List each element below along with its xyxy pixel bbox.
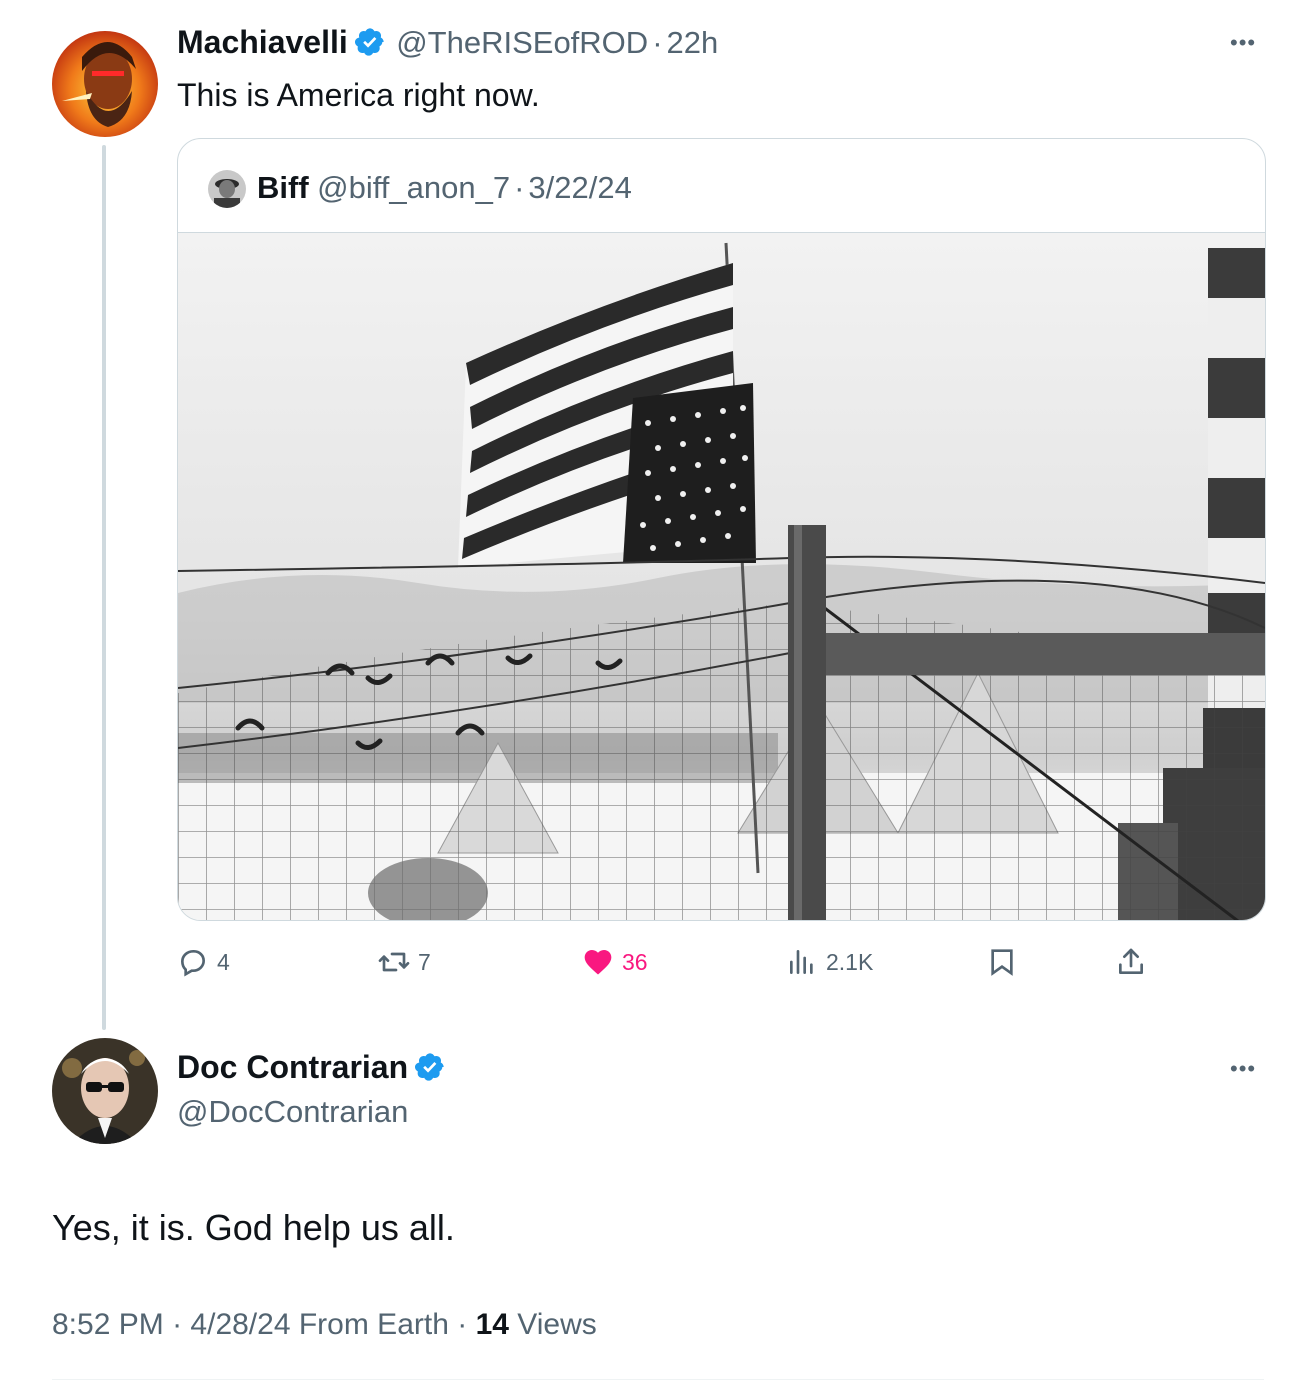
quoted-tweet-photo[interactable] <box>178 232 1265 920</box>
share-icon <box>1119 948 1143 974</box>
avatar-machiavelli[interactable] <box>52 31 158 137</box>
verified-badge-icon <box>354 26 386 58</box>
bookmark-button[interactable] <box>986 942 1018 982</box>
display-name[interactable]: Doc Contrarian <box>177 1049 408 1085</box>
reply-button[interactable]: 4 <box>177 942 230 982</box>
separator-dot: · <box>652 25 663 60</box>
separator-dot: · <box>457 1308 468 1341</box>
separator-dot: · <box>514 170 525 205</box>
tweet-source: From Earth <box>298 1308 449 1341</box>
bookmark-icon <box>991 949 1013 976</box>
views-label: Views <box>517 1308 597 1341</box>
quoted-display-name: Biff <box>257 170 309 205</box>
tweet-meta: 8:52 PM · 4/28/24 From Earth · 14 Views <box>52 1308 597 1342</box>
repost-icon <box>378 952 410 972</box>
views-chart-icon <box>790 950 813 974</box>
quoted-date: 3/22/24 <box>528 170 632 205</box>
avatar-biff <box>208 170 246 208</box>
heart-filled-icon <box>584 950 612 975</box>
tweet-date[interactable]: 4/28/24 <box>190 1308 290 1341</box>
quoted-tweet-card[interactable]: Biff @biff_anon_7 · 3/22/24 <box>177 138 1266 921</box>
repost-count: 7 <box>418 948 431 975</box>
reply-tweet-header: Doc Contrarian <box>177 1049 446 1086</box>
views-count: 2.1K <box>826 948 874 975</box>
display-name[interactable]: Machiavelli <box>177 24 348 60</box>
like-count: 36 <box>622 948 648 975</box>
share-button[interactable] <box>1115 942 1147 982</box>
quoted-handle: @biff_anon_7 <box>317 170 511 205</box>
reply-count: 4 <box>217 948 230 975</box>
more-options-icon[interactable]: ••• <box>1230 1056 1256 1082</box>
quoted-tweet-header: Biff @biff_anon_7 · 3/22/24 <box>257 170 632 206</box>
reply-tweet-text: Yes, it is. God help us all. <box>52 1207 455 1248</box>
flag-photo <box>178 233 1265 920</box>
parent-tweet-header: Machiavelli @TheRISEofROD · 22h <box>177 24 718 68</box>
handle[interactable]: @DocContrarian <box>177 1094 408 1130</box>
tweet-time[interactable]: 22h <box>667 25 719 60</box>
verified-badge-icon <box>414 1051 446 1083</box>
repost-button[interactable]: 7 <box>378 942 431 982</box>
like-button[interactable]: 36 <box>582 942 648 982</box>
handle[interactable]: @TheRISEofROD <box>396 25 648 60</box>
views-count: 14 <box>475 1308 509 1341</box>
parent-tweet-text: This is America right now. <box>177 77 540 113</box>
separator-dot: · <box>172 1308 183 1341</box>
thread-connector-line <box>102 145 106 1030</box>
reply-icon <box>180 950 206 977</box>
tweet-time[interactable]: 8:52 PM <box>52 1308 164 1341</box>
avatar-doc-contrarian[interactable] <box>52 1038 158 1144</box>
views-button[interactable]: 2.1K <box>786 942 873 982</box>
divider <box>52 1379 1264 1380</box>
more-options-icon[interactable]: ••• <box>1230 30 1256 56</box>
